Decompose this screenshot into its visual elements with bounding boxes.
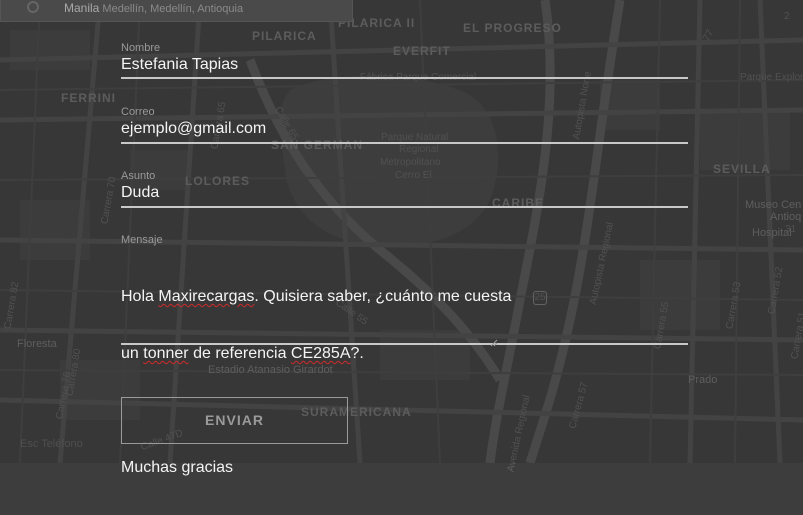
correo-label: Correo [121, 106, 155, 118]
map-search-box[interactable]: Manila Medellín, Medellín, Antioquia [0, 0, 353, 22]
textarea-resize-handle-icon[interactable] [490, 339, 498, 347]
mensaje-label: Mensaje [121, 234, 163, 246]
correo-value[interactable]: ejemplo@gmail.com [121, 119, 688, 138]
nombre-label: Nombre [121, 42, 161, 54]
mensaje-textarea[interactable]: Hola Maxirecargas. Quisiera saber, ¿cuán… [121, 249, 688, 515]
asunto-underline [121, 206, 688, 208]
mensaje-line-1: Hola Maxirecargas. Quisiera saber, ¿cuán… [121, 288, 512, 305]
mensaje-underline [121, 343, 688, 345]
nombre-field[interactable]: Nombre Estefania Tapias [121, 42, 688, 80]
nombre-value[interactable]: Estefania Tapias [121, 55, 688, 74]
corner-text: Esc Teléfono [20, 438, 83, 450]
spell-error-maxirecargas: Maxirecargas [158, 288, 255, 305]
asunto-label: Asunto [121, 170, 156, 182]
correo-field[interactable]: Correo ejemplo@gmail.com [121, 106, 688, 144]
mensaje-line-2: un tonner de referencia CE285A?. [121, 345, 364, 362]
spell-error-tonner: tonner [143, 345, 189, 362]
nombre-underline [121, 77, 688, 79]
correo-underline [121, 142, 688, 144]
asunto-field[interactable]: Asunto Duda [121, 170, 688, 208]
spell-error-ce285a: CE285A [290, 345, 351, 362]
clock-icon [27, 1, 39, 13]
map-search-text: Manila Medellín, Medellín, Antioquia [64, 1, 244, 15]
mensaje-field[interactable]: Mensaje Hola Maxirecargas. Quisiera sabe… [121, 234, 688, 476]
mensaje-line-4: Muchas gracias [121, 459, 234, 476]
asunto-value[interactable]: Duda [121, 183, 688, 202]
enviar-button[interactable]: ENVIAR [121, 397, 348, 444]
